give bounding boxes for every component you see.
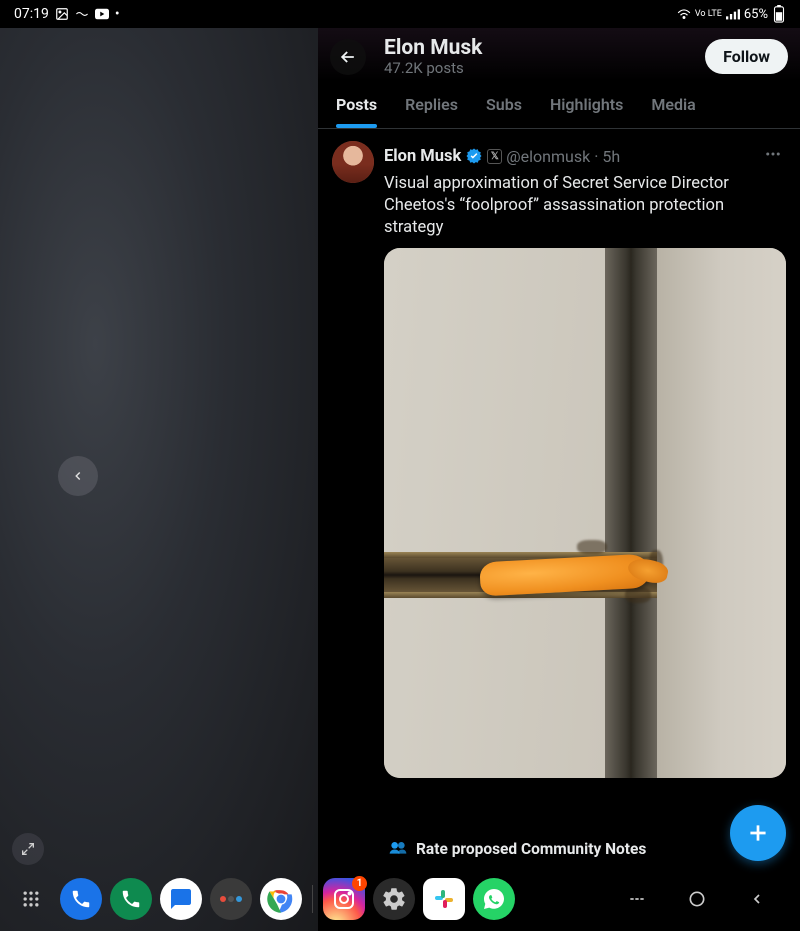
nav-recents-button[interactable] (626, 888, 648, 910)
left-split-pane[interactable] (0, 28, 318, 931)
instagram-app-icon[interactable]: 1 (323, 878, 365, 920)
tweet-image[interactable] (384, 248, 786, 778)
signal-icon (726, 7, 740, 21)
status-bar: 07:19 • Vo LTE 65% (0, 0, 800, 28)
tweet-text: Visual approximation of Secret Service D… (384, 173, 786, 238)
tab-subs[interactable]: Subs (472, 81, 536, 128)
avatar[interactable] (332, 141, 374, 183)
nav-back-button[interactable] (746, 888, 768, 910)
status-network-label: Vo LTE (695, 10, 722, 19)
tweet-handle[interactable]: @elonmusk (506, 147, 590, 166)
community-notes-icon (388, 837, 408, 861)
wifi-icon (677, 7, 691, 21)
community-notes-bar[interactable]: Rate proposed Community Notes (374, 827, 788, 871)
x-premium-badge-icon: 𝕏 (487, 149, 502, 164)
samsung-folder-icon[interactable] (210, 878, 252, 920)
settings-app-icon[interactable] (373, 878, 415, 920)
tweet-time[interactable]: 5h (602, 147, 620, 166)
youtube-icon (95, 7, 109, 21)
instagram-badge: 1 (352, 876, 367, 891)
chrome-app-icon[interactable] (260, 878, 302, 920)
app-dock: 1 (0, 871, 800, 927)
profile-post-count: 47.2K posts (384, 59, 687, 77)
messages-app-icon[interactable] (160, 878, 202, 920)
twitter-app-pane: Elon Musk 47.2K posts Follow Posts Repli… (318, 28, 800, 871)
battery-icon (772, 7, 786, 21)
nav-home-button[interactable] (686, 888, 708, 910)
tab-posts[interactable]: Posts (322, 81, 391, 128)
profile-header: Elon Musk 47.2K posts Follow (318, 28, 800, 81)
tweet-more-icon[interactable] (760, 141, 786, 171)
battery-saver-icon (75, 7, 89, 21)
tweet-author[interactable]: Elon Musk (384, 147, 461, 166)
app-drawer-icon[interactable] (10, 878, 52, 920)
expand-fullscreen-button[interactable] (12, 833, 44, 865)
tab-media[interactable]: Media (637, 81, 709, 128)
status-time: 07:19 (14, 6, 49, 22)
status-battery-pct: 65% (744, 7, 768, 22)
tweet[interactable]: Elon Musk 𝕏 @elonmusk · 5h Visual approx… (318, 129, 800, 782)
compose-fab[interactable] (730, 805, 786, 861)
profile-tabs: Posts Replies Subs Highlights Media (318, 81, 800, 129)
whatsapp-app-icon[interactable] (473, 878, 515, 920)
contacts-app-icon[interactable] (110, 878, 152, 920)
tab-highlights[interactable]: Highlights (536, 81, 637, 128)
back-button[interactable] (330, 39, 366, 75)
dot-icon: • (115, 6, 120, 22)
dock-separator (312, 885, 313, 913)
profile-name: Elon Musk (384, 36, 687, 60)
community-notes-label: Rate proposed Community Notes (416, 840, 646, 858)
verified-badge-icon (465, 147, 483, 165)
left-pane-back-button[interactable] (58, 456, 98, 496)
phone-app-icon[interactable] (60, 878, 102, 920)
image-icon (55, 7, 69, 21)
slack-app-icon[interactable] (423, 878, 465, 920)
tab-replies[interactable]: Replies (391, 81, 472, 128)
time-separator: · (594, 147, 598, 166)
follow-button[interactable]: Follow (705, 39, 788, 74)
